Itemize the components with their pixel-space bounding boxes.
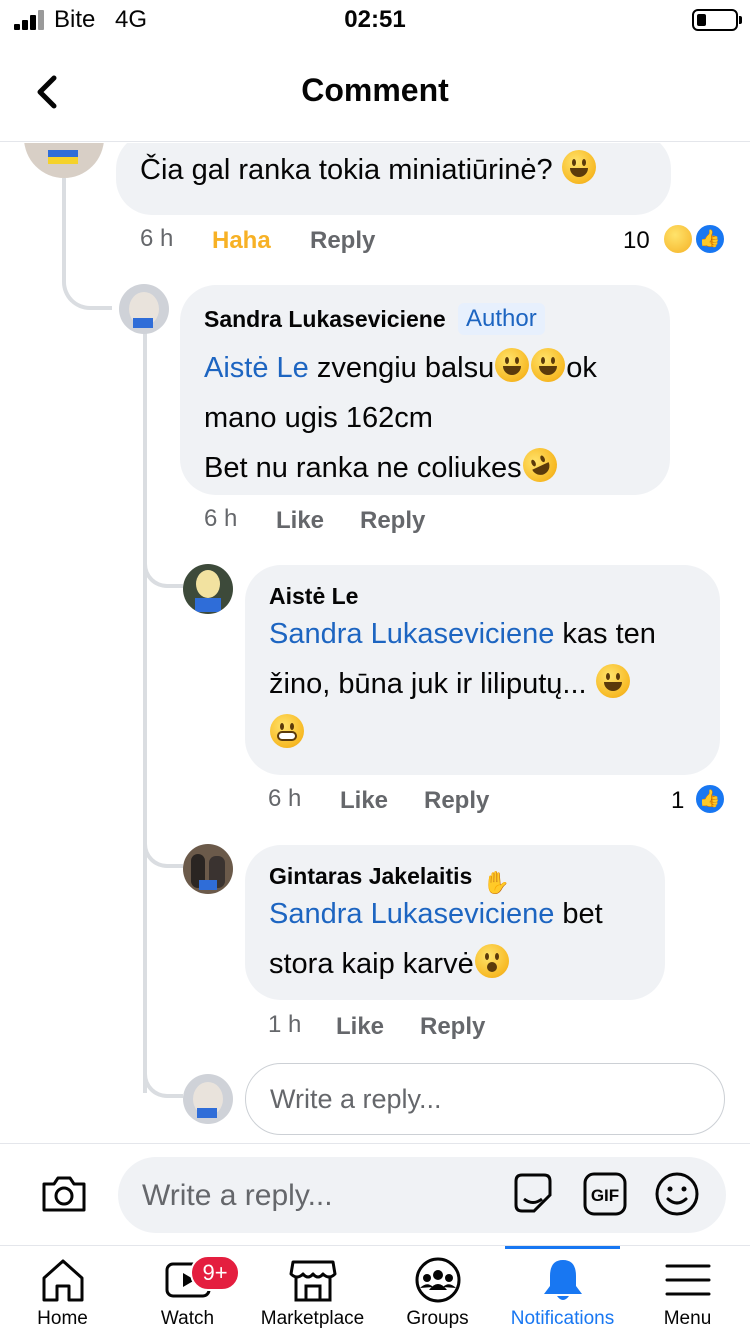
- dizzy-face-emoji-icon: [474, 944, 509, 978]
- comment-thread: Čia gal ranka tokia miniatiūrinė? 6 h Ha…: [0, 143, 750, 1143]
- reaction-count[interactable]: 10: [623, 227, 650, 255]
- comment-author[interactable]: Sandra Lukaseviciene Author: [204, 303, 545, 335]
- reaction-count[interactable]: 1: [671, 787, 684, 815]
- comment-time: 6 h: [268, 785, 302, 812]
- like-button[interactable]: Like: [336, 1013, 384, 1041]
- emoji-icon[interactable]: [654, 1171, 700, 1217]
- like-button[interactable]: Like: [340, 787, 388, 815]
- grimacing-emoji-icon: [270, 714, 304, 748]
- avatar: [183, 1074, 233, 1124]
- tab-label: Menu: [663, 1308, 712, 1329]
- home-icon: [42, 1259, 84, 1302]
- thread-line: [143, 328, 147, 1093]
- comment-bubble[interactable]: Sandra Lukaseviciene Author Aistė Le zve…: [180, 285, 670, 495]
- comment-text: Sandra Lukaseviciene kas ten žino, būna …: [269, 609, 656, 759]
- tab-label: Home: [37, 1308, 88, 1329]
- avatar[interactable]: [183, 844, 233, 894]
- comment-text: Sandra Lukaseviciene bet stora kaip karv…: [269, 898, 603, 980]
- bell-icon: [544, 1260, 582, 1300]
- tab-label: Marketplace: [260, 1308, 365, 1329]
- comment-time: 6 h: [140, 225, 174, 252]
- tab-menu[interactable]: Menu: [625, 1246, 750, 1334]
- page-title: Comment: [301, 72, 449, 108]
- tab-home[interactable]: Home: [0, 1246, 125, 1334]
- reply-button[interactable]: Reply: [360, 507, 425, 535]
- joy-emoji-icon: [531, 348, 566, 382]
- tab-groups[interactable]: Groups: [375, 1246, 500, 1334]
- clock: 02:51: [344, 6, 406, 33]
- like-button[interactable]: Like: [276, 507, 324, 535]
- tab-label: Groups: [406, 1308, 469, 1329]
- tab-label: Notifications: [510, 1308, 615, 1329]
- gif-icon[interactable]: GIF: [582, 1171, 628, 1217]
- tab-notifications[interactable]: Notifications: [500, 1246, 625, 1334]
- thread-connector: [143, 543, 183, 588]
- rofl-emoji-icon: [517, 442, 563, 488]
- header: Comment: [0, 44, 750, 142]
- menu-icon: [665, 1264, 711, 1296]
- reply-button[interactable]: Reply: [424, 787, 489, 815]
- comment-text: Čia gal ranka tokia miniatiūrinė?: [140, 145, 597, 195]
- author-badge: Author: [458, 303, 545, 335]
- thread-connector: [143, 1043, 183, 1098]
- groups-icon: [415, 1257, 461, 1303]
- reply-placeholder: Write a reply...: [142, 1179, 333, 1212]
- camera-icon[interactable]: [40, 1172, 88, 1214]
- like-reaction-icon: 👍: [694, 783, 726, 815]
- avatar[interactable]: [24, 143, 104, 178]
- avatar[interactable]: [183, 564, 233, 614]
- comment-bubble[interactable]: Gintaras Jakelaitis ✋ Sandra Lukasevicien…: [245, 845, 665, 1000]
- marketplace-icon: [289, 1260, 337, 1302]
- tab-marketplace[interactable]: Marketplace: [250, 1246, 375, 1334]
- reply-button[interactable]: Reply: [420, 1013, 485, 1041]
- thread-reply-placeholder: Write a reply...: [270, 1084, 442, 1114]
- sticker-icon[interactable]: [510, 1171, 556, 1217]
- notification-badge: 9+: [190, 1255, 240, 1291]
- thread-connector: [62, 178, 112, 310]
- avatar[interactable]: [119, 284, 169, 334]
- reply-input[interactable]: Write a reply... GIF: [118, 1157, 726, 1233]
- mention-link[interactable]: Aistė Le: [204, 352, 309, 384]
- comment-bubble[interactable]: Aistė Le Sandra Lukaseviciene kas ten ži…: [245, 565, 720, 775]
- comment-text: Aistė Le zvengiu balsu ok mano ugis 162cm…: [204, 343, 597, 493]
- joy-emoji-icon: [495, 348, 530, 382]
- status-bar: Bite 4G 02:51: [0, 0, 750, 44]
- grinning-emoji-icon: [561, 150, 596, 184]
- comment-time: 6 h: [204, 505, 238, 532]
- comment-time: 1 h: [268, 1011, 302, 1038]
- thread-reply-input[interactable]: Write a reply...: [245, 1063, 725, 1135]
- tab-label: Watch: [160, 1308, 215, 1329]
- reply-button[interactable]: Reply: [310, 227, 375, 255]
- thread-connector: [143, 823, 183, 868]
- tab-bar: Home Watch 9+ Marketplace Groups Notific…: [0, 1245, 750, 1334]
- battery-icon: [692, 9, 742, 31]
- haha-reaction-icon: [662, 223, 694, 255]
- mention-link[interactable]: Sandra Lukaseviciene: [269, 618, 554, 650]
- grinning-emoji-icon: [595, 664, 630, 698]
- svg-text:GIF: GIF: [591, 1186, 619, 1205]
- mention-link[interactable]: Sandra Lukaseviciene: [269, 898, 554, 930]
- like-reaction-icon: 👍: [694, 223, 726, 255]
- comment-bubble[interactable]: Čia gal ranka tokia miniatiūrinė?: [116, 143, 671, 215]
- haha-button[interactable]: Haha: [212, 227, 271, 255]
- compose-bar: Write a reply... GIF: [0, 1143, 750, 1245]
- comment-author[interactable]: Aistė Le: [269, 583, 358, 610]
